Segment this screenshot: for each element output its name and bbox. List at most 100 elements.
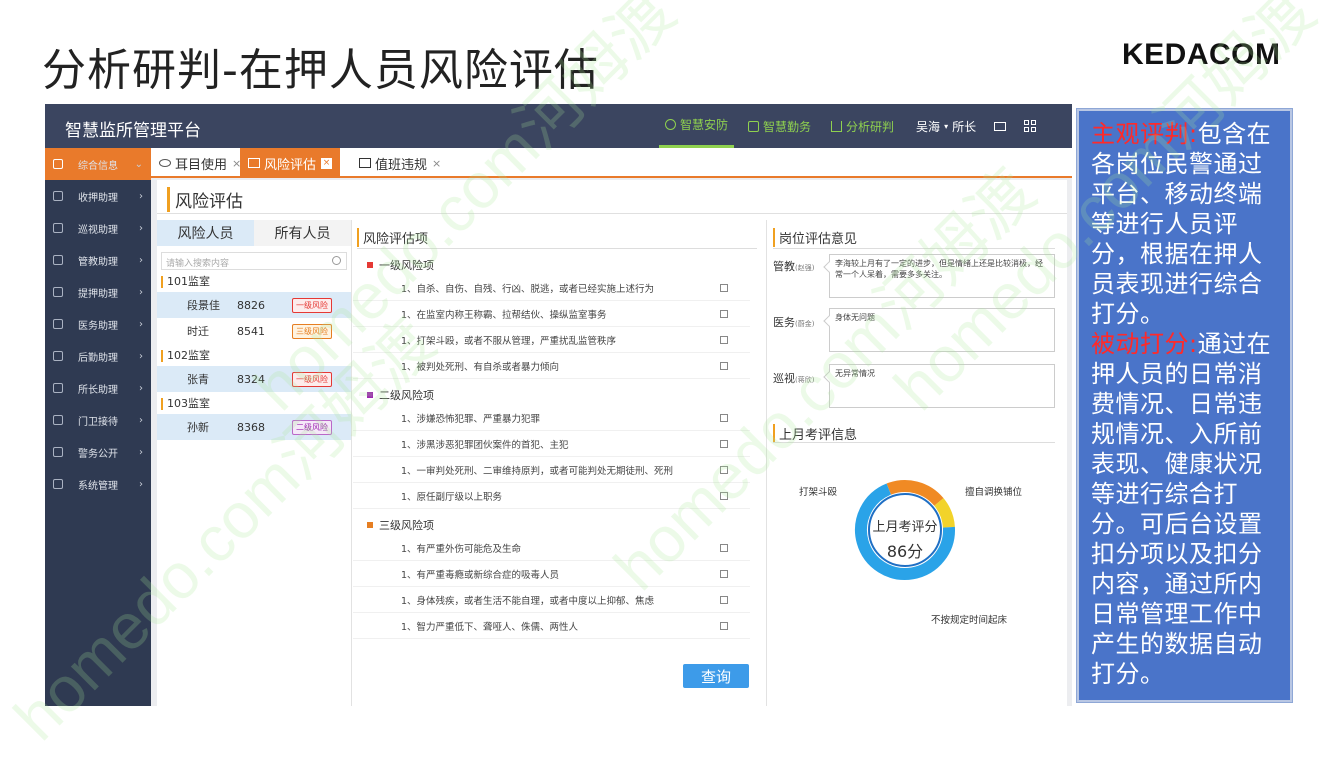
risk-group-header: 二级风险项 [353, 385, 766, 405]
tab-informant[interactable]: 耳目使用 × [151, 148, 249, 178]
menu-icon [53, 159, 63, 169]
donut-label-bed-swap: 擅自调换铺位 [965, 487, 1023, 498]
sidebar-item-label: 所长助理 [78, 384, 118, 396]
tab-risk-assessment[interactable]: 风险评估 × [240, 148, 341, 178]
opinion-box[interactable]: 无异常情况 [829, 364, 1055, 408]
risk-item-checkbox[interactable] [720, 335, 728, 344]
nav-item-smart-duty[interactable]: 智慧勤务 [742, 104, 817, 148]
menu-icon [53, 191, 63, 201]
tab-risk-people[interactable]: 风险人员 [157, 220, 254, 246]
slide-title: 分析研判-在押人员风险评估 [42, 45, 599, 96]
risk-item-row: 1、一审判处死刑、二审维持原判，或者可能判处无期徒刑、死刑 [353, 457, 750, 483]
chevron-right-icon: › [139, 222, 143, 234]
sidebar-item[interactable]: 系统管理 › [45, 468, 151, 500]
sidebar-item-label: 警务公开 [78, 448, 118, 460]
risk-item-text: 1、涉嫌恐怖犯罪、严重暴力犯罪 [401, 413, 541, 425]
sidebar-item-label: 医务助理 [78, 320, 118, 332]
user-name: 吴海 [916, 119, 941, 134]
risk-item-text: 1、身体残疾，或者生活不能自理，或者中度以上抑郁、焦虑 [401, 595, 655, 607]
tab-duty-violation[interactable]: 值班违规 × [351, 148, 449, 178]
square-icon [367, 392, 373, 398]
sidebar-item[interactable]: 提押助理 › [45, 276, 151, 308]
mail-button[interactable] [988, 104, 1012, 148]
close-icon[interactable]: × [432, 157, 441, 170]
tab-bar: 耳目使用 × 风险评估 × 值班违规 × [151, 148, 1072, 178]
risk-item-checkbox[interactable] [720, 439, 728, 448]
opinion-box[interactable]: 身体无问题 [829, 308, 1055, 352]
chevron-right-icon: › [139, 414, 143, 426]
table-icon [248, 158, 260, 168]
apps-button[interactable] [1018, 104, 1042, 148]
chevron-down-icon: ⌄ [134, 158, 143, 170]
risk-group-label: 二级风险项 [379, 389, 434, 402]
risk-item-checkbox[interactable] [720, 283, 728, 292]
risk-item-checkbox[interactable] [720, 595, 728, 604]
subjective-text: 包含在各岗位民警通过平台、移动终端等进行人员评分，根据在押人员表现进行综合打分。 [1091, 120, 1272, 328]
room-label: 103监室 [161, 398, 351, 410]
sidebar-item[interactable]: 所长助理 › [45, 372, 151, 404]
risk-item-text: 1、被判处死刑、有自杀或者暴力倾向 [401, 361, 560, 373]
risk-level-badge: 二级风险 [292, 419, 332, 435]
subjective-heading: 主观评判: [1091, 120, 1198, 148]
risk-item-checkbox[interactable] [720, 309, 728, 318]
menu-icon [53, 415, 63, 425]
risk-item-checkbox[interactable] [720, 621, 728, 630]
person-row[interactable]: 时迁 8541 三级风险 [157, 318, 351, 344]
sidebar-item[interactable]: 巡视助理 › [45, 212, 151, 244]
tab-label: 值班违规 [375, 157, 428, 173]
sidebar-item[interactable]: 管教助理 › [45, 244, 151, 276]
menu-icon [53, 351, 63, 361]
opinion-box[interactable]: 李海较上月有了一定的进步，但是情绪上还是比较消极，经常一个人呆着，需要多多关注。 [829, 254, 1055, 298]
nav-item-analysis[interactable]: 分析研判 [825, 104, 900, 148]
room-label: 101监室 [161, 276, 351, 288]
chevron-right-icon: › [139, 446, 143, 458]
person-name: 孙新 [187, 421, 209, 434]
sidebar-item[interactable]: 后勤助理 › [45, 340, 151, 372]
risk-item-checkbox[interactable] [720, 361, 728, 370]
tab-label: 风险评估 [264, 157, 317, 173]
menu-icon [53, 223, 63, 233]
person-name: 段景佳 [187, 299, 220, 312]
sidebar-item[interactable]: 综合信息 ⌄ [45, 148, 151, 180]
menu-icon [53, 447, 63, 457]
chevron-right-icon: › [139, 382, 143, 394]
risk-item-checkbox[interactable] [720, 465, 728, 474]
top-bar: 智慧监所管理平台 智慧安防 智慧勤务 分析研判 吴海 ▾ 所长 [45, 104, 1072, 148]
bar-chart-icon [831, 120, 843, 132]
sidebar-item-label: 后勤助理 [78, 352, 118, 364]
person-row[interactable]: 孙新 8368 二级风险 [157, 414, 351, 440]
person-row[interactable]: 张青 8324 一级风险 [157, 366, 351, 392]
search-icon[interactable] [332, 256, 341, 265]
risk-item-checkbox[interactable] [720, 543, 728, 552]
risk-item-checkbox[interactable] [720, 569, 728, 578]
risk-item-checkbox[interactable] [720, 491, 728, 500]
room-label: 102监室 [161, 350, 351, 362]
sidebar-item[interactable]: 警务公开 › [45, 436, 151, 468]
close-icon[interactable]: × [321, 157, 333, 169]
search-input[interactable]: 请输入搜索内容 [161, 252, 347, 270]
sidebar-item-label: 管教助理 [78, 256, 118, 268]
chevron-right-icon: › [139, 190, 143, 202]
tab-all-people[interactable]: 所有人员 [254, 220, 351, 246]
donut-label-late-rise: 不按规定时间起床 [931, 615, 1008, 626]
sidebar-item[interactable]: 门卫接待 › [45, 404, 151, 436]
sidebar-item[interactable]: 医务助理 › [45, 308, 151, 340]
score-value: 86分 [886, 542, 924, 561]
sidebar-item[interactable]: 收押助理 › [45, 180, 151, 212]
chevron-right-icon: › [139, 254, 143, 266]
query-button[interactable]: 查询 [683, 664, 749, 688]
sidebar-item-label: 门卫接待 [78, 416, 118, 428]
risk-item-row: 1、原任副厅级以上职务 [353, 483, 750, 509]
nav-item-smart-security[interactable]: 智慧安防 [659, 104, 735, 148]
nav-label: 智慧勤务 [763, 119, 812, 134]
risk-item-text: 1、自杀、自伤、自残、行凶、脱逃，或者已经实施上述行为 [401, 283, 655, 295]
menu-icon [53, 479, 63, 489]
user-menu[interactable]: 吴海 ▾ 所长 [910, 104, 982, 148]
eye-icon [159, 159, 171, 167]
person-name: 时迁 [187, 325, 209, 338]
risk-item-row: 1、在监室内称王称霸、拉帮结伙、操纵监室事务 [353, 301, 750, 327]
person-row[interactable]: 段景佳 8826 一级风险 [157, 292, 351, 318]
risk-item-text: 1、打架斗殴，或者不服从管理，严重扰乱监管秩序 [401, 335, 617, 347]
nav-label: 智慧安防 [680, 118, 729, 132]
risk-item-checkbox[interactable] [720, 413, 728, 422]
